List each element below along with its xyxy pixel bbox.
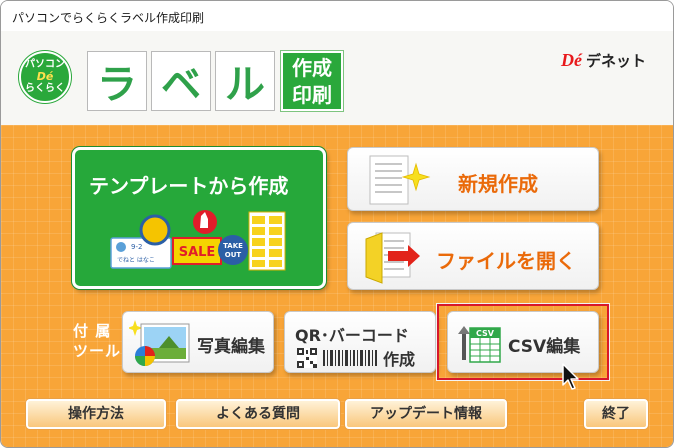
new-document-sparkle-icon (369, 155, 431, 205)
qr-barcode-label-line2: 作成 (383, 350, 416, 369)
exit-button[interactable]: 終了 (584, 399, 648, 429)
app-badge-logo: パソコン Dé らくらく (19, 51, 71, 103)
brand-name: デネット (586, 51, 647, 70)
update-info-button[interactable]: アップデート情報 (345, 399, 507, 429)
csv-icon-text: CSV (476, 329, 495, 338)
qr-code-icon (297, 348, 317, 368)
logo-letter-ru: ル (215, 51, 275, 111)
logo-subtitle: 作成 印刷 (281, 51, 343, 111)
bundled-tools-line2: ツール (73, 342, 122, 360)
sample-takeout-line2: OUT (225, 251, 242, 259)
brand-logo: Dé デネット (561, 49, 661, 71)
faq-button[interactable]: よくある質問 (176, 399, 340, 429)
badge-line2: Dé (36, 70, 54, 83)
template-create-label: テンプレートから作成 (89, 174, 289, 198)
bundled-tools-label: 付 属 ツール (73, 321, 121, 361)
csv-edit-label: CSV編集 (508, 337, 581, 357)
photo-icon (129, 320, 190, 366)
app-header: パソコン Dé らくらく ラ ベ ル 作成 印刷 Dé デネット (1, 31, 673, 125)
badge-line1: パソコン (25, 59, 65, 70)
main-panel: テンプレートから作成 9-2 でねと はなこ SALE TAKE OUT 新規作… (1, 125, 673, 447)
qr-barcode-button[interactable]: QR･バーコード 作成 (284, 311, 436, 373)
folder-arrow-icon (365, 232, 420, 284)
open-file-label: ファイルを開く (436, 249, 576, 273)
brand-mark: Dé (561, 49, 582, 70)
title-bar[interactable]: パソコンでらくらくラベル作成印刷 (1, 1, 673, 31)
mouse-pointer-icon (562, 363, 579, 390)
logo-sub-line1: 作成 (292, 56, 332, 80)
template-create-button[interactable]: テンプレートから作成 9-2 でねと はなこ SALE TAKE OUT (72, 147, 326, 289)
logo-letter-ra: ラ (87, 51, 147, 111)
photo-edit-label: 写真編集 (197, 337, 265, 357)
sample-card-line2: でねと はなこ (117, 257, 155, 264)
sample-card-line1: 9-2 (131, 243, 142, 251)
logo-sub-line2: 印刷 (292, 83, 332, 107)
badge-line3: らくらく (25, 83, 65, 94)
new-create-button[interactable]: 新規作成 (347, 147, 599, 211)
template-samples-icon: 9-2 でねと はなこ SALE TAKE OUT (110, 210, 286, 271)
barcode-icon (323, 350, 377, 366)
howto-button[interactable]: 操作方法 (26, 399, 166, 429)
photo-edit-button[interactable]: 写真編集 (122, 311, 274, 373)
sample-takeout-line1: TAKE (223, 242, 243, 250)
logo-letter-be: ベ (151, 51, 211, 111)
new-create-label: 新規作成 (458, 172, 538, 196)
sample-sale-text: SALE (179, 245, 216, 260)
qr-barcode-label-line1: QR･バーコード (295, 326, 409, 345)
open-file-button[interactable]: ファイルを開く (347, 222, 599, 290)
csv-file-icon: CSV (458, 326, 501, 363)
app-window: パソコンでらくらくラベル作成印刷 パソコン Dé らくらく ラ ベ ル 作成 印… (0, 0, 674, 448)
window-title: パソコンでらくらくラベル作成印刷 (12, 11, 205, 25)
bundled-tools-line1: 付 属 (73, 322, 112, 340)
